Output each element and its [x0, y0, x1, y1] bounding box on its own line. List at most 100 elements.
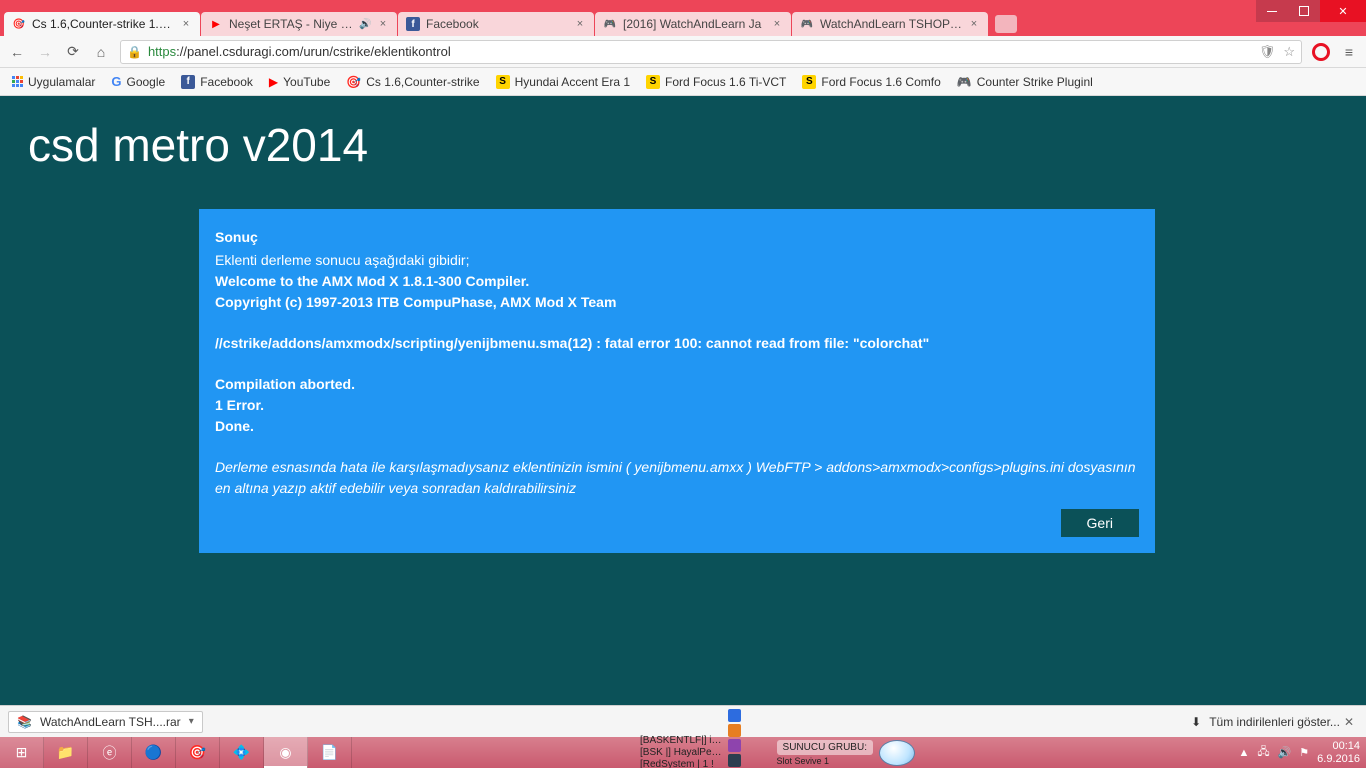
lock-icon: 🔒 — [127, 45, 142, 59]
bookmark-label: Cs 1.6,Counter-strike — [366, 75, 479, 89]
bookmark-item[interactable]: GGoogle — [105, 71, 171, 92]
tab-label: [2016] WatchAndLearn Ja — [623, 17, 765, 31]
downloads-bar: 📚 WatchAndLearn TSH....rar ▾ ⬇ Tüm indir… — [0, 705, 1366, 737]
forward-button[interactable]: → — [36, 43, 54, 61]
bookmark-item[interactable]: ▶YouTube — [263, 72, 336, 92]
tab-label: Neşet ERTAŞ - Niye Ça — [229, 17, 353, 31]
tab-close-button[interactable]: × — [574, 18, 586, 30]
behind-row: [RedSystem | 1 ! — [640, 759, 722, 768]
browser-toolbar: ← → ⟳ ⌂ 🔒 https://panel.csduragi.com/uru… — [0, 36, 1366, 68]
taskbar-teamspeak-button[interactable]: 💠 — [220, 737, 264, 768]
taskbar-notes-button[interactable]: 📄 — [308, 737, 352, 768]
behind-window-strip: [BASKENTLF|] i… [BSK |] HayalPe… [RedSys… — [640, 737, 915, 768]
audio-icon[interactable]: 🔊 — [359, 19, 371, 30]
browser-tab[interactable]: fFacebook× — [398, 12, 594, 36]
behind-row: [BSK |] HayalPe… — [640, 747, 722, 758]
window-close-button[interactable]: ✕ — [1320, 0, 1366, 22]
tab-close-button[interactable]: × — [968, 18, 980, 30]
compiler-line-errcount: 1 Error. — [215, 395, 1139, 416]
compiler-line-aborted: Compilation aborted. — [215, 374, 1139, 395]
browser-tab[interactable]: 🎮WatchAndLearn TSHOP [W× — [792, 12, 988, 36]
system-tray: ▲ 🖧 🔊 ⚑ 00:14 6.9.2016 — [1232, 737, 1366, 768]
taskbar-ie-button[interactable]: ⓔ — [88, 737, 132, 768]
tray-volume-icon[interactable]: 🔊 — [1278, 746, 1292, 759]
bookmark-label: Google — [126, 75, 165, 89]
back-button[interactable]: ← — [8, 43, 26, 61]
bookmark-item[interactable]: 🎮Counter Strike Pluginl — [951, 72, 1099, 92]
opera-menu-button[interactable] — [1312, 43, 1330, 61]
taskbar-cs-button[interactable]: 🎯 — [176, 737, 220, 768]
behind-row: [BASKENTLF|] i… — [640, 735, 722, 746]
compiler-line-done: Done. — [215, 416, 1139, 437]
bookmark-star-icon[interactable]: ☆ — [1283, 44, 1295, 60]
bookmark-item[interactable]: fFacebook — [175, 72, 259, 92]
browser-tabstrip: 🎯Cs 1.6,Counter-strike 1.6,C×▶Neşet ERTA… — [0, 10, 1366, 36]
bookmark-label: Counter Strike Pluginl — [977, 75, 1093, 89]
bookmark-label: Facebook — [200, 75, 253, 89]
taskbar-chrome-button[interactable]: ◉ — [264, 737, 308, 768]
behind-group-label: SUNUCU GRUBU: — [777, 740, 873, 755]
new-tab-button[interactable] — [995, 15, 1017, 33]
download-arrow-icon: ⬇ — [1191, 715, 1201, 729]
show-all-downloads-link[interactable]: Tüm indirilenleri göster... — [1209, 715, 1340, 729]
tab-label: WatchAndLearn TSHOP [W — [820, 17, 962, 31]
browser-tab[interactable]: 🎮[2016] WatchAndLearn Ja× — [595, 12, 791, 36]
tab-close-button[interactable]: × — [771, 18, 783, 30]
bookmark-item[interactable]: SFord Focus 1.6 Ti-VCT — [640, 72, 792, 92]
tab-label: Facebook — [426, 17, 568, 31]
compiler-line-copyright: Copyright (c) 1997-2013 ITB CompuPhase, … — [215, 292, 1139, 313]
tray-up-icon[interactable]: ▲ — [1238, 747, 1249, 759]
bookmark-label: Ford Focus 1.6 Comfo — [821, 75, 940, 89]
compiler-line-error: //cstrike/addons/amxmodx/scripting/yenij… — [215, 333, 1139, 354]
tray-time: 00:14 — [1317, 740, 1360, 752]
taskbar-app1-button[interactable]: 🔵 — [132, 737, 176, 768]
download-item[interactable]: 📚 WatchAndLearn TSH....rar ▾ — [8, 711, 203, 733]
start-button[interactable]: ⊞ — [0, 737, 44, 768]
tray-clock[interactable]: 00:14 6.9.2016 — [1317, 740, 1360, 764]
browser-menu-button[interactable]: ≡ — [1340, 43, 1358, 61]
teamspeak-logo-icon — [879, 740, 915, 766]
vpn-shield-icon[interactable]: 🛡 — [1259, 44, 1276, 60]
url-rest: ://panel.csduragi.com/urun/cstrike/eklen… — [176, 44, 451, 59]
compiler-line-welcome: Welcome to the AMX Mod X 1.8.1-300 Compi… — [215, 271, 1139, 292]
downloads-bar-close-button[interactable]: ✕ — [1340, 715, 1358, 729]
bookmark-label: Hyundai Accent Era 1 — [515, 75, 630, 89]
chevron-down-icon: ▾ — [189, 716, 194, 727]
bookmark-label: Uygulamalar — [28, 75, 95, 89]
home-button[interactable]: ⌂ — [92, 43, 110, 61]
result-header: Sonuç — [215, 227, 1139, 248]
browser-tab[interactable]: ▶Neşet ERTAŞ - Niye Ça🔊× — [201, 12, 397, 36]
result-note: Derleme esnasında hata ile karşılaşmadıy… — [215, 457, 1139, 499]
bookmark-item[interactable]: Uygulamalar — [6, 72, 101, 92]
behind-slot: Slot Sevive 1 — [777, 756, 873, 766]
tab-close-button[interactable]: × — [180, 18, 192, 30]
window-titlebar — [0, 0, 1366, 10]
tray-flag-icon[interactable]: ⚑ — [1299, 746, 1309, 759]
page-viewport: csd metro v2014 Sonuç Eklenti derleme so… — [0, 96, 1366, 705]
window-minimize-button[interactable] — [1256, 0, 1288, 22]
tab-label: Cs 1.6,Counter-strike 1.6,C — [32, 17, 174, 31]
tray-network-icon[interactable]: 🖧 — [1257, 743, 1269, 762]
taskbar: ⊞ 📁 ⓔ 🔵 🎯 💠 ◉ 📄 [BASKENTLF|] i… [BSK |] … — [0, 737, 1366, 768]
address-bar[interactable]: 🔒 https://panel.csduragi.com/urun/cstrik… — [120, 40, 1302, 64]
bookmark-item[interactable]: SFord Focus 1.6 Comfo — [796, 72, 946, 92]
window-controls: ✕ — [1256, 0, 1366, 22]
tab-close-button[interactable]: × — [377, 18, 389, 30]
window-maximize-button[interactable] — [1288, 0, 1320, 22]
reload-button[interactable]: ⟳ — [64, 43, 82, 61]
url-scheme: https — [148, 44, 176, 59]
archive-icon: 📚 — [17, 715, 32, 729]
bookmark-item[interactable]: 🎯Cs 1.6,Counter-strike — [340, 72, 485, 92]
bookmark-label: Ford Focus 1.6 Ti-VCT — [665, 75, 786, 89]
browser-tab[interactable]: 🎯Cs 1.6,Counter-strike 1.6,C× — [4, 12, 200, 36]
result-subtitle: Eklenti derleme sonucu aşağıdaki gibidir… — [215, 250, 1139, 271]
bookmark-item[interactable]: SHyundai Accent Era 1 — [490, 72, 636, 92]
taskbar-explorer-button[interactable]: 📁 — [44, 737, 88, 768]
page-title: csd metro v2014 — [0, 96, 1366, 172]
back-button-page[interactable]: Geri — [1061, 509, 1139, 537]
download-item-label: WatchAndLearn TSH....rar — [40, 715, 181, 729]
bookmark-label: YouTube — [283, 75, 330, 89]
bookmarks-bar: Uygulamalar GGooglefFacebook▶YouTube🎯Cs 1… — [0, 68, 1366, 96]
tray-date: 6.9.2016 — [1317, 753, 1360, 765]
result-panel: Sonuç Eklenti derleme sonucu aşağıdaki g… — [199, 209, 1155, 553]
